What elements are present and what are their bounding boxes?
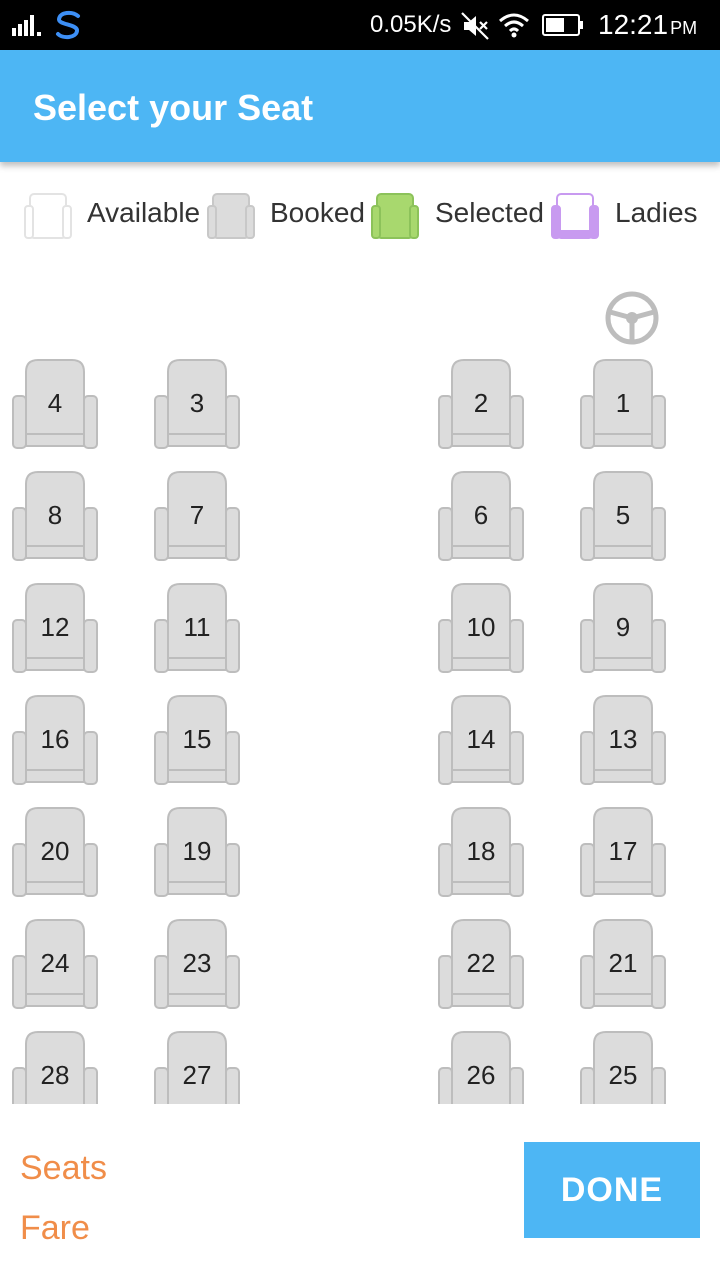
signal-icon	[12, 15, 41, 36]
seat[interactable]: 25	[580, 1030, 666, 1104]
seat-number: 16	[40, 724, 70, 754]
seat[interactable]: 12	[12, 582, 98, 674]
fare-label: Fare	[20, 1209, 90, 1247]
seat-number: 18	[466, 836, 496, 866]
seat-number: 26	[466, 1060, 496, 1090]
clock-ampm: PM	[670, 18, 698, 38]
seat-number: 21	[608, 948, 638, 978]
seat[interactable]: 10	[438, 582, 524, 674]
legend-label-selected: Selected	[435, 197, 544, 228]
done-button[interactable]: DONE	[524, 1142, 700, 1238]
legend-label-ladies: Ladies	[615, 197, 698, 228]
seat[interactable]: 14	[438, 694, 524, 786]
seat-number: 15	[182, 724, 212, 754]
seat-number: 1	[615, 388, 631, 418]
seat-number: 14	[466, 724, 496, 754]
seat[interactable]: 19	[154, 806, 240, 898]
seat-number: 12	[40, 612, 70, 642]
seat[interactable]: 8	[12, 470, 98, 562]
seat[interactable]: 23	[154, 918, 240, 1010]
page-title: Select your Seat	[33, 87, 314, 128]
seat-map: 4 3 2 1 8 7 6 5 12 11 10 9 16 15 14 13 20 19 18 17 24 23 22 21 2…	[0, 270, 720, 1104]
seat[interactable]: 5	[580, 470, 666, 562]
seat-number: 11	[183, 612, 211, 642]
status-bar: 0.05K/s 12:21 PM	[0, 0, 720, 50]
wifi-icon	[499, 13, 529, 38]
seat-number: 20	[40, 836, 70, 866]
seat[interactable]: 28	[12, 1030, 98, 1104]
seat-number: 17	[608, 836, 638, 866]
app-s-icon	[56, 10, 80, 40]
seat-number: 28	[40, 1060, 70, 1090]
seat-number: 2	[473, 388, 489, 418]
ladies-seat-icon	[551, 193, 599, 239]
seat-legend: Available Booked Selected Ladies	[0, 186, 720, 246]
seat-number: 22	[466, 948, 496, 978]
seat[interactable]: 16	[12, 694, 98, 786]
seat-number: 4	[47, 388, 63, 418]
seat-number: 7	[189, 500, 205, 530]
steering-wheel-icon	[605, 291, 659, 345]
legend-label-available: Available	[87, 197, 201, 228]
seat-number: 6	[473, 500, 489, 530]
seat[interactable]: 24	[12, 918, 98, 1010]
seat[interactable]: 22	[438, 918, 524, 1010]
seat[interactable]: 27	[154, 1030, 240, 1104]
seat[interactable]: 15	[154, 694, 240, 786]
clock-time: 12:21	[598, 9, 669, 40]
seat-number: 23	[182, 948, 212, 978]
seat[interactable]: 17	[580, 806, 666, 898]
seat[interactable]: 4	[12, 358, 98, 450]
seat-number: 13	[608, 724, 638, 754]
clock: 12:21 PM	[598, 9, 697, 44]
booked-seat-icon	[207, 193, 255, 239]
seat-number: 8	[47, 500, 63, 530]
seat-number: 19	[182, 836, 212, 866]
available-seat-icon	[24, 193, 72, 239]
seat-number: 25	[608, 1060, 638, 1090]
seat-number: 24	[40, 948, 70, 978]
legend-label-booked: Booked	[270, 197, 365, 228]
booking-summary-bar: Seats Fare DONE	[0, 1104, 720, 1280]
selected-seat-icon	[371, 193, 419, 239]
seat-number: 3	[189, 388, 205, 418]
seat[interactable]: 2	[438, 358, 524, 450]
mute-icon	[461, 12, 489, 40]
seat[interactable]: 3	[154, 358, 240, 450]
seat[interactable]: 21	[580, 918, 666, 1010]
seat[interactable]: 26	[438, 1030, 524, 1104]
seat[interactable]: 13	[580, 694, 666, 786]
seat[interactable]: 1	[580, 358, 666, 450]
battery-icon	[542, 14, 583, 36]
network-speed: 0.05K/s	[370, 11, 452, 38]
seat-number: 9	[615, 612, 631, 642]
seat-number: 10	[466, 612, 496, 642]
seats-label: Seats	[20, 1149, 107, 1187]
seat-number: 5	[615, 500, 631, 530]
seat[interactable]: 7	[154, 470, 240, 562]
seat[interactable]: 11	[154, 582, 240, 674]
seat-number: 27	[182, 1060, 212, 1090]
seat[interactable]: 18	[438, 806, 524, 898]
seat[interactable]: 20	[12, 806, 98, 898]
seat[interactable]: 6	[438, 470, 524, 562]
app-bar: Select your Seat	[0, 50, 720, 162]
seat[interactable]: 9	[580, 582, 666, 674]
